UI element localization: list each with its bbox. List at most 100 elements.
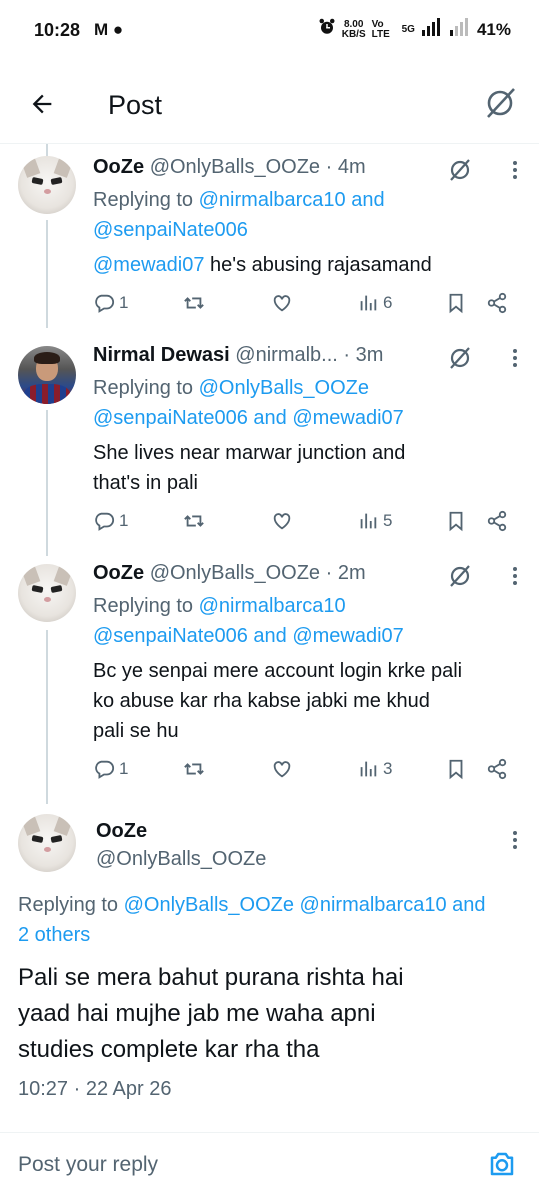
share-icon	[487, 292, 507, 314]
author-name[interactable]: OoZe	[93, 156, 144, 178]
status-bar: 10:28 M ● 8.00 KB/S Vo LTE 5G 41%	[0, 0, 539, 62]
volte-label: Vo LTE	[371, 18, 390, 40]
avatar[interactable]	[18, 156, 76, 214]
share-button[interactable]	[486, 758, 508, 780]
battery-level: 41%	[476, 19, 511, 39]
status-right: 8.00 KB/S Vo LTE 5G 41%	[318, 18, 511, 41]
views-button[interactable]: 5	[357, 510, 392, 532]
replying-to: Replying to @nirmalbarca10 and @senpaiNa…	[93, 189, 385, 241]
tweet-actions: 1 5	[93, 510, 523, 538]
mention-link[interactable]: @senpaiNate006 and @mewadi07	[93, 407, 404, 429]
reply-button[interactable]: 1	[93, 758, 128, 780]
signal-icon-2	[449, 18, 471, 41]
grok-icon[interactable]	[483, 86, 517, 120]
grok-icon[interactable]	[447, 345, 473, 371]
author-handle[interactable]: @OnlyBalls_OOZe	[96, 848, 266, 871]
tweet-time: · 4m	[325, 156, 366, 178]
avatar[interactable]	[18, 814, 76, 872]
views-icon	[360, 295, 377, 311]
alarm-icon	[318, 18, 336, 41]
tweet-header: OoZe @OnlyBalls_OOZe · 4m	[93, 156, 366, 179]
tweet-actions: 1 6	[93, 292, 523, 320]
bookmark-button[interactable]	[445, 292, 467, 314]
share-icon	[487, 758, 507, 780]
share-button[interactable]	[486, 510, 508, 532]
mention-link[interactable]: @senpaiNate006 and @mewadi07	[93, 625, 404, 647]
more-icon[interactable]	[511, 564, 519, 588]
replying-to: Replying to @nirmalbarca10 @senpaiNate00…	[93, 595, 404, 647]
bookmark-button[interactable]	[445, 758, 467, 780]
mention-link[interactable]: @senpaiNate006	[93, 219, 248, 241]
view-count: 3	[383, 759, 393, 778]
mention-link[interactable]: @nirmalbarca10	[199, 595, 346, 617]
reply-count: 1	[119, 511, 129, 530]
author-name[interactable]: Nirmal Dewasi	[93, 344, 230, 366]
more-icon[interactable]	[511, 828, 519, 852]
network-speed: 8.00 KB/S	[341, 18, 366, 40]
camera-icon[interactable]	[487, 1149, 517, 1179]
tweet-time: · 3m	[343, 344, 384, 366]
more-icon[interactable]	[511, 158, 519, 182]
main-post: OoZe @OnlyBalls_OOZe Replying to @OnlyBa…	[0, 814, 539, 1114]
views-button[interactable]: 3	[357, 758, 392, 780]
more-icon[interactable]	[511, 346, 519, 370]
heart-icon	[273, 295, 291, 312]
retweet-button[interactable]	[183, 292, 209, 314]
signal-icon	[421, 18, 443, 41]
tweet-time: · 2m	[325, 562, 366, 584]
retweet-icon	[184, 297, 204, 309]
reply-tweet[interactable]: OoZe @OnlyBalls_OOZe · 2m Replying to @n…	[0, 562, 539, 786]
reply-count: 1	[119, 293, 129, 312]
retweet-button[interactable]	[183, 510, 209, 532]
author-handle[interactable]: @OnlyBalls_OOZe	[150, 562, 320, 584]
network-gen: 5G	[401, 23, 415, 35]
like-button[interactable]	[271, 758, 297, 780]
others-link[interactable]: 2 others	[18, 924, 90, 946]
like-button[interactable]	[271, 510, 297, 532]
reply-input[interactable]	[18, 1153, 438, 1177]
reply-icon	[95, 294, 115, 313]
views-icon	[360, 761, 377, 777]
avatar[interactable]	[18, 346, 76, 404]
tweet-text: Bc ye senpai mere account login krke pal…	[93, 660, 463, 742]
reply-composer	[0, 1132, 539, 1200]
reply-button[interactable]: 1	[93, 510, 128, 532]
tweet-text: She lives near marwar junction and that'…	[93, 442, 406, 494]
views-icon	[360, 513, 377, 529]
heart-icon	[273, 761, 291, 778]
bookmark-button[interactable]	[445, 510, 467, 532]
author-handle[interactable]: @nirmalb...	[235, 344, 338, 366]
reply-button[interactable]: 1	[93, 292, 128, 314]
retweet-button[interactable]	[183, 758, 209, 780]
mention-link[interactable]: @nirmalbarca10 and	[199, 189, 385, 211]
grok-icon[interactable]	[447, 157, 473, 183]
reply-tweet[interactable]: OoZe @OnlyBalls_OOZe · 4m Replying to @n…	[0, 156, 539, 324]
grok-icon[interactable]	[447, 563, 473, 589]
back-arrow-icon[interactable]	[28, 90, 56, 118]
avatar[interactable]	[18, 564, 76, 622]
author-name[interactable]: OoZe	[93, 562, 144, 584]
mention-link[interactable]: @OnlyBalls_OOZe @nirmalbarca10 and	[124, 894, 486, 916]
retweet-icon	[184, 515, 204, 527]
post-timestamp: 10:27 · 22 Apr 26	[18, 1078, 172, 1100]
replying-to: Replying to @OnlyBalls_OOZe @nirmalbarca…	[18, 894, 486, 946]
tweet-header: Nirmal Dewasi @nirmalb... · 3m	[93, 344, 383, 367]
notification-icons: M ●	[94, 20, 124, 39]
author-name[interactable]: OoZe	[96, 820, 147, 843]
views-button[interactable]: 6	[357, 292, 392, 314]
reply-count: 1	[119, 759, 129, 778]
tweet-actions: 1 3	[93, 758, 523, 786]
mention-link[interactable]: @OnlyBalls_OOZe	[199, 377, 369, 399]
tweet-header: OoZe @OnlyBalls_OOZe · 2m	[93, 562, 366, 585]
reply-tweet[interactable]: Nirmal Dewasi @nirmalb... · 3m Replying …	[0, 344, 539, 544]
share-button[interactable]	[486, 292, 508, 314]
view-count: 6	[383, 293, 393, 312]
reply-icon	[95, 760, 115, 779]
like-button[interactable]	[271, 292, 297, 314]
author-handle[interactable]: @OnlyBalls_OOZe	[150, 156, 320, 178]
bookmark-icon	[449, 293, 463, 314]
view-count: 5	[383, 511, 393, 530]
retweet-icon	[184, 763, 204, 775]
mention-link[interactable]: @mewadi07	[93, 254, 204, 276]
top-app-bar: Post	[0, 62, 539, 144]
